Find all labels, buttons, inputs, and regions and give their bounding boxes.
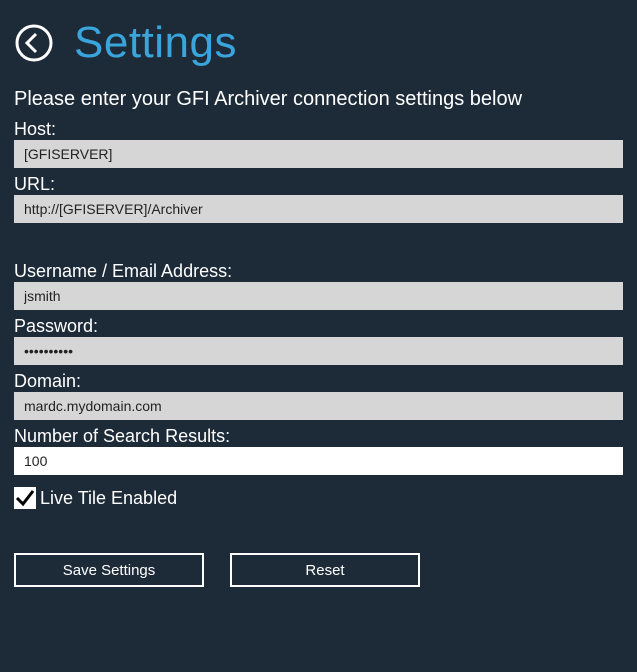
url-label: URL: [14,174,623,195]
live-tile-label: Live Tile Enabled [40,488,177,509]
checkmark-icon [14,487,36,509]
domain-input[interactable] [14,392,623,420]
username-label: Username / Email Address: [14,261,623,282]
section-gap [14,225,623,255]
password-label: Password: [14,316,623,337]
results-input[interactable] [14,447,623,475]
button-row: Save Settings Reset [14,553,623,587]
back-button[interactable] [14,23,54,63]
reset-button[interactable]: Reset [230,553,420,587]
settings-form: Please enter your GFI Archiver connectio… [0,88,637,587]
domain-label: Domain: [14,371,623,392]
header-bar: Settings [0,0,637,88]
password-input[interactable] [14,337,623,365]
live-tile-checkbox[interactable] [14,487,36,509]
back-arrow-icon [14,23,54,63]
username-input[interactable] [14,282,623,310]
host-label: Host: [14,119,623,140]
page-title: Settings [74,18,237,68]
results-label: Number of Search Results: [14,426,623,447]
instructions-text: Please enter your GFI Archiver connectio… [14,88,623,111]
live-tile-row: Live Tile Enabled [14,487,623,509]
save-button[interactable]: Save Settings [14,553,204,587]
host-input[interactable] [14,140,623,168]
url-input[interactable] [14,195,623,223]
